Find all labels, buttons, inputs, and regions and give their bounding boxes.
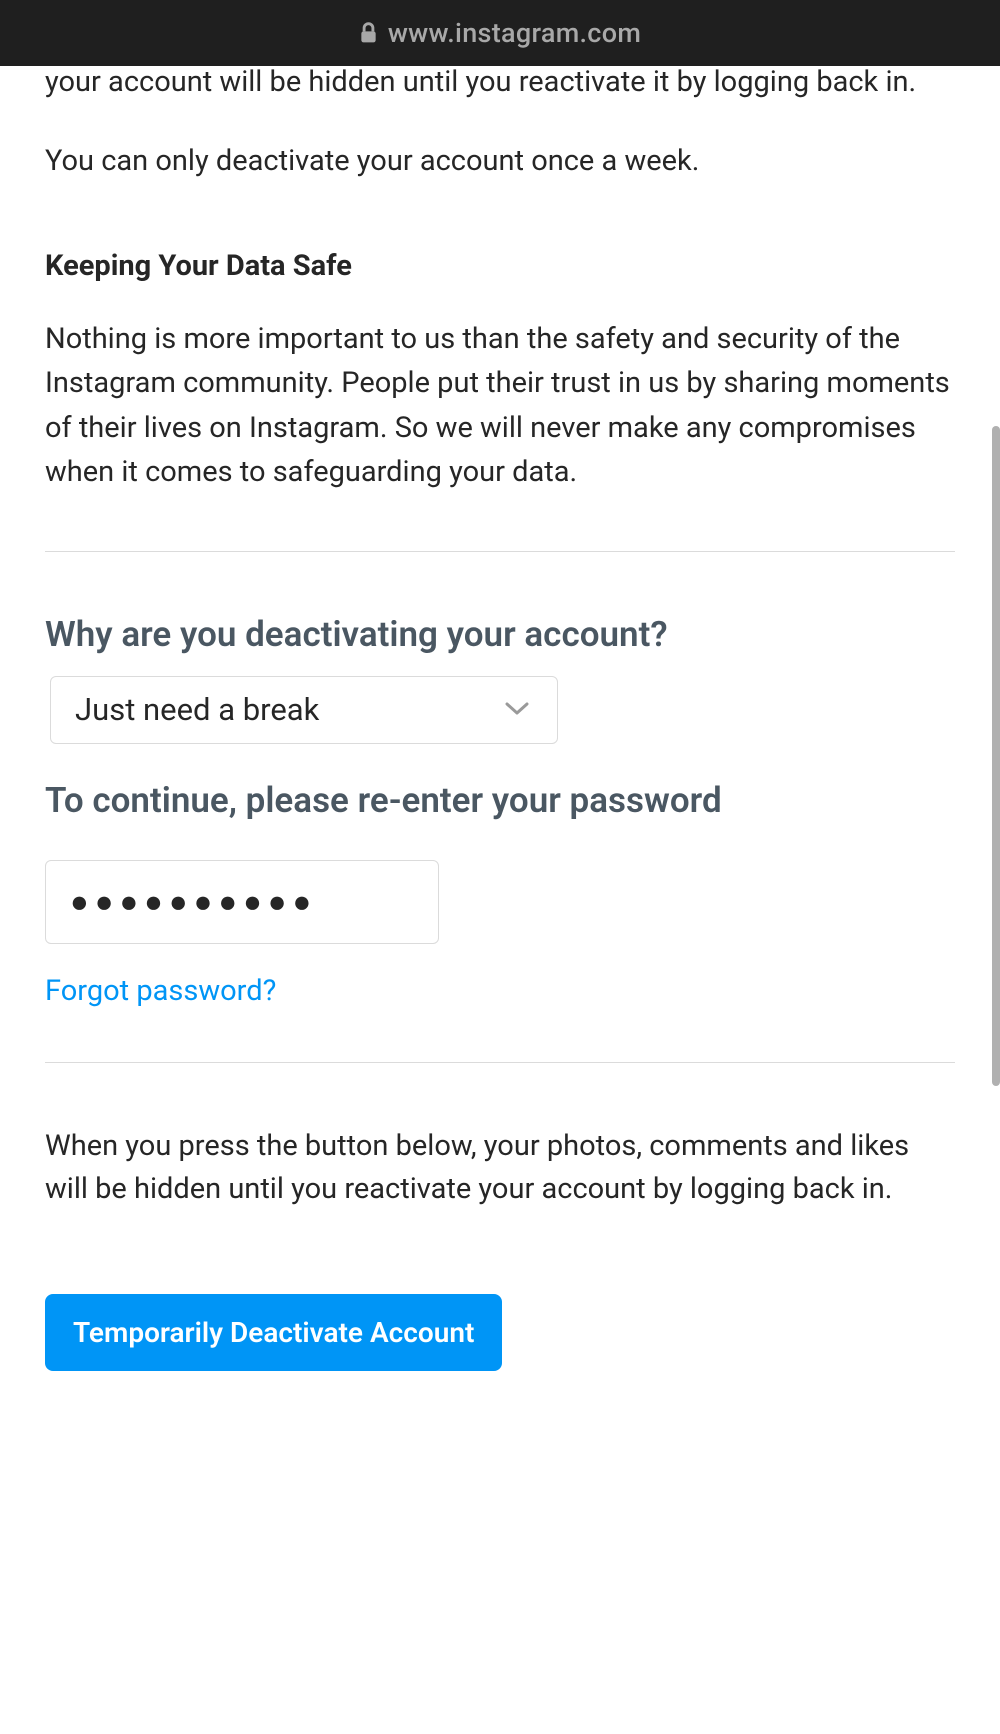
temporarily-deactivate-button[interactable]: Temporarily Deactivate Account: [45, 1294, 502, 1371]
forgot-password-link[interactable]: Forgot password?: [45, 974, 276, 1008]
password-prompt-heading: To continue, please re-enter your passwo…: [45, 780, 955, 822]
scrollbar-thumb[interactable]: [992, 426, 1000, 1086]
reason-select[interactable]: Just need a break: [50, 676, 558, 744]
scrollbar-track: [992, 66, 1000, 1086]
browser-address-bar[interactable]: www.instagram.com: [0, 0, 1000, 66]
reason-question-heading: Why are you deactivating your account?: [45, 614, 955, 656]
section-divider: [45, 551, 955, 552]
confirm-body-text: When you press the button below, your ph…: [45, 1125, 955, 1212]
data-safe-heading: Keeping Your Data Safe: [45, 249, 955, 283]
page-viewport: You can deactivate your account instead …: [0, 66, 1000, 1734]
lock-icon: [359, 22, 378, 44]
intro-paragraph-2: You can only deactivate your account onc…: [45, 139, 955, 183]
intro-paragraph-1: You can deactivate your account instead …: [45, 66, 955, 105]
reason-select-wrapper: Just need a break: [50, 676, 558, 744]
page-content: You can deactivate your account instead …: [0, 66, 1000, 1411]
data-safe-body: Nothing is more important to us than the…: [45, 317, 955, 494]
password-input[interactable]: [45, 860, 439, 944]
address-bar-url: www.instagram.com: [388, 17, 641, 49]
section-divider-2: [45, 1062, 955, 1063]
